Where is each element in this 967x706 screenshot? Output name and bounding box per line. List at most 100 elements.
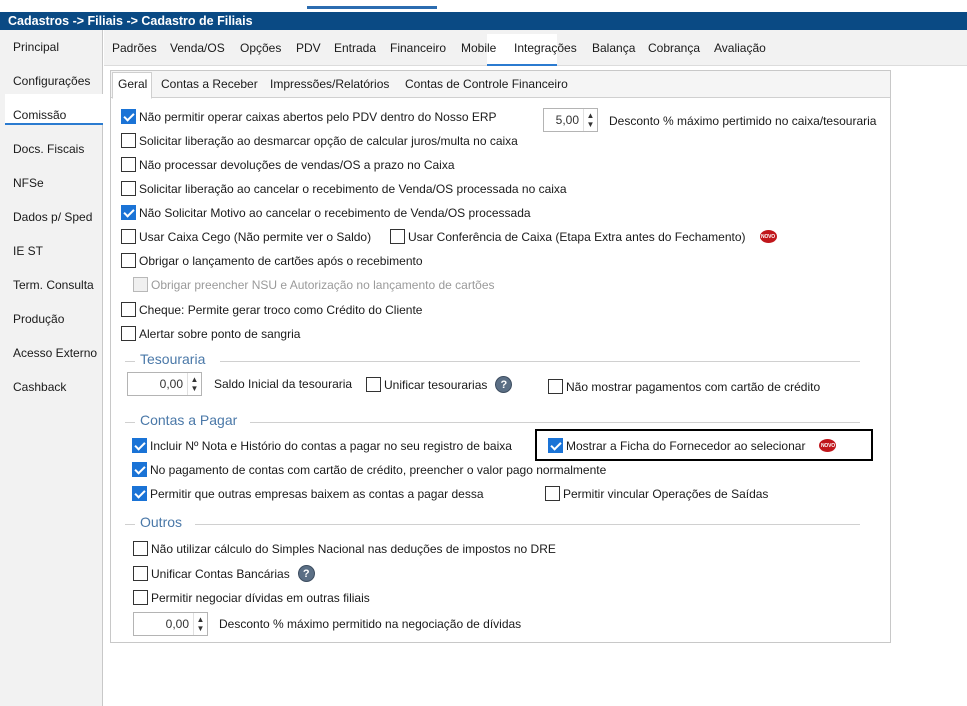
option-row: Mostrar a Ficha do Fornecedor ao selecio…	[548, 438, 837, 453]
tab-integracoes[interactable]: Integrações	[514, 41, 577, 55]
option-label: Permitir que outras empresas baixem as c…	[150, 486, 484, 501]
option-row: Unificar tesourarias ?	[366, 376, 513, 393]
checkbox[interactable]	[133, 590, 148, 605]
section-divider	[125, 422, 135, 423]
sidebar-item-cashback[interactable]: Cashback	[13, 380, 66, 394]
checkbox[interactable]	[121, 326, 136, 341]
option-label: Solicitar liberação ao desmarcar opção d…	[139, 133, 518, 148]
checkbox[interactable]	[132, 486, 147, 501]
option-label: Usar Caixa Cego (Não permite ver o Saldo…	[139, 229, 372, 244]
checkbox[interactable]	[366, 377, 381, 392]
option-row: Obrigar o lançamento de cartões após o r…	[121, 253, 423, 268]
arrow-up-icon[interactable]: ▲	[191, 375, 199, 384]
novo-badge-icon: NOVO	[759, 230, 777, 243]
tab-entrada[interactable]: Entrada	[334, 41, 376, 55]
checkbox[interactable]	[121, 181, 136, 196]
checkbox[interactable]	[121, 205, 136, 220]
arrow-down-icon[interactable]: ▼	[197, 624, 205, 633]
checkbox[interactable]	[548, 379, 563, 394]
option-label: Unificar Contas Bancárias	[151, 566, 290, 581]
sidebar-item-principal[interactable]: Principal	[13, 40, 59, 54]
section-divider	[250, 422, 860, 423]
arrow-down-icon[interactable]: ▼	[191, 384, 199, 393]
subtab-geral[interactable]: Geral	[118, 77, 147, 91]
arrow-up-icon[interactable]: ▲	[587, 111, 595, 120]
subtab-impressoes-relatorios[interactable]: Impressões/Relatórios	[270, 77, 389, 91]
option-row: Permitir vincular Operações de Saídas	[545, 486, 768, 501]
main-tab-bar: Padrões Venda/OS Opções PDV Entrada Fina…	[104, 30, 967, 66]
spinner-value[interactable]: 0,00	[134, 617, 193, 631]
option-label: Unificar tesourarias	[384, 377, 488, 392]
option-label: Não mostrar pagamentos com cartão de cré…	[566, 379, 821, 394]
option-label: Não Solicitar Motivo ao cancelar o receb…	[139, 205, 531, 220]
tab-pdv[interactable]: PDV	[296, 41, 321, 55]
option-label: Permitir vincular Operações de Saídas	[563, 486, 769, 501]
checkbox[interactable]	[133, 566, 148, 581]
option-row: Permitir negociar dívidas em outras fili…	[133, 590, 370, 605]
subtab-contas-controle-financeiro[interactable]: Contas de Controle Financeiro	[405, 77, 568, 91]
checkbox[interactable]	[545, 486, 560, 501]
checkbox[interactable]	[121, 302, 136, 317]
tab-financeiro[interactable]: Financeiro	[390, 41, 446, 55]
tab-cobranca[interactable]: Cobrança	[648, 41, 700, 55]
option-row: Solicitar liberação ao desmarcar opção d…	[121, 133, 518, 148]
checkbox[interactable]	[121, 229, 136, 244]
sidebar-item-ie-st[interactable]: IE ST	[13, 244, 43, 258]
tab-balanca[interactable]: Balança	[592, 41, 635, 55]
top-accent-bar	[307, 6, 437, 9]
checkbox[interactable]	[132, 462, 147, 477]
checkbox[interactable]	[121, 253, 136, 268]
arrow-down-icon[interactable]: ▼	[587, 120, 595, 129]
desconto-dividas-spinner[interactable]: 0,00 ▲ ▼	[133, 612, 208, 636]
sidebar-item-nfse[interactable]: NFSe	[13, 176, 44, 190]
help-icon[interactable]: ?	[495, 376, 513, 393]
desconto-dividas-label: Desconto % máximo permitido na negociaçã…	[219, 617, 522, 631]
novo-badge-icon: NOVO	[819, 439, 837, 452]
checkbox[interactable]	[548, 438, 563, 453]
tab-padroes[interactable]: Padrões	[112, 41, 157, 55]
option-row: Usar Conferência de Caixa (Etapa Extra a…	[390, 229, 777, 244]
option-label: Cheque: Permite gerar troco como Crédito…	[139, 302, 423, 317]
sidebar-item-comissao[interactable]: Comissão	[13, 108, 66, 122]
spinner-arrows[interactable]: ▲ ▼	[583, 109, 597, 131]
tab-avaliacao[interactable]: Avaliação	[714, 41, 766, 55]
checkbox[interactable]	[133, 541, 148, 556]
desconto-caixa-label: Desconto % máximo pertimido no caixa/tes…	[609, 114, 877, 128]
spinner-arrows[interactable]: ▲ ▼	[187, 373, 201, 395]
tab-venda-os[interactable]: Venda/OS	[170, 41, 225, 55]
option-row: Permitir que outras empresas baixem as c…	[132, 486, 484, 501]
checkbox[interactable]	[390, 229, 405, 244]
spinner-value[interactable]: 5,00	[544, 113, 583, 127]
sidebar-item-dados-sped[interactable]: Dados p/ Sped	[13, 210, 92, 224]
option-label: Incluir Nº Nota e Histório do contas a p…	[150, 438, 512, 453]
desconto-caixa-spinner[interactable]: 5,00 ▲ ▼	[543, 108, 598, 132]
sidebar-item-docs-fiscais[interactable]: Docs. Fiscais	[13, 142, 84, 156]
sidebar-item-term-consulta[interactable]: Term. Consulta	[13, 278, 94, 292]
option-row: Alertar sobre ponto de sangria	[121, 326, 300, 341]
option-row: Não utilizar cálculo do Simples Nacional…	[133, 541, 556, 556]
saldo-inicial-spinner[interactable]: 0,00 ▲ ▼	[127, 372, 202, 396]
option-label: Alertar sobre ponto de sangria	[139, 326, 301, 341]
section-divider	[125, 361, 135, 362]
checkbox[interactable]	[121, 109, 136, 124]
checkbox[interactable]	[121, 133, 136, 148]
help-icon[interactable]: ?	[297, 565, 315, 582]
spinner-arrows[interactable]: ▲ ▼	[193, 613, 207, 635]
option-row: Unificar Contas Bancárias ?	[133, 565, 315, 582]
checkbox[interactable]	[121, 157, 136, 172]
sidebar-item-configuracoes[interactable]: Configurações	[13, 74, 90, 88]
tab-mobile[interactable]: Mobile	[461, 41, 496, 55]
option-row: Obrigar preencher NSU e Autorização no l…	[133, 277, 495, 292]
arrow-up-icon[interactable]: ▲	[197, 615, 205, 624]
subtab-contas-receber[interactable]: Contas a Receber	[161, 77, 258, 91]
option-label: Solicitar liberação ao cancelar o recebi…	[139, 181, 567, 196]
option-label: Obrigar preencher NSU e Autorização no l…	[151, 277, 495, 292]
checkbox[interactable]	[133, 277, 148, 292]
sidebar-item-producao[interactable]: Produção	[13, 312, 64, 326]
spinner-value[interactable]: 0,00	[128, 377, 187, 391]
tab-opcoes[interactable]: Opções	[240, 41, 281, 55]
option-row: Cheque: Permite gerar troco como Crédito…	[121, 302, 422, 317]
sidebar-item-acesso-externo[interactable]: Acesso Externo	[13, 346, 97, 360]
option-label: Não processar devoluções de vendas/OS a …	[139, 157, 455, 172]
checkbox[interactable]	[132, 438, 147, 453]
